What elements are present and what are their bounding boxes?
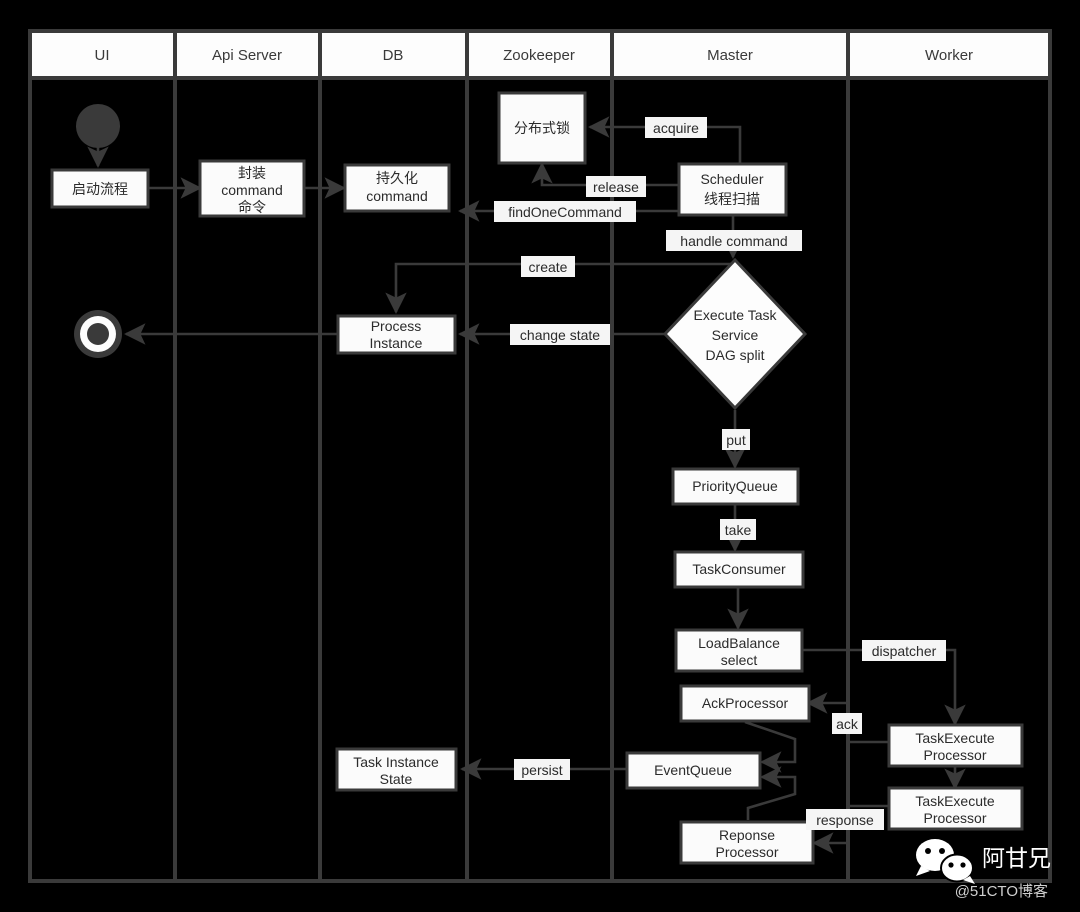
node-process-instance-line1: Process xyxy=(371,318,422,334)
node-task-execute-processor-1-line2: Processor xyxy=(923,747,986,763)
lane-header-worker: Worker xyxy=(925,47,973,64)
edge-label-put-text: put xyxy=(726,432,746,448)
edge-label-create-text: create xyxy=(529,259,568,275)
watermark: 阿甘兄 @51CTO博客 xyxy=(916,839,1051,900)
node-scheduler[interactable]: Scheduler 线程扫描 xyxy=(677,162,788,217)
node-task-execute-processor-2-line2: Processor xyxy=(923,810,986,826)
node-task-execute-processor-2-line1: TaskExecute xyxy=(915,793,995,809)
node-process-instance-line2: Instance xyxy=(370,335,423,351)
node-priority-queue-label: PriorityQueue xyxy=(692,478,778,494)
node-persist-command[interactable]: 持久化 command xyxy=(343,163,451,213)
edge-label-change-state-text: change state xyxy=(520,327,600,343)
edge-label-acquire-text: acquire xyxy=(653,120,699,136)
node-reponse-processor-line2: Processor xyxy=(715,844,778,860)
node-start-process[interactable]: 启动流程 xyxy=(50,168,150,209)
node-persist-command-line2: command xyxy=(366,188,427,204)
node-load-balance-line2: select xyxy=(721,652,758,668)
node-reponse-processor-line1: Reponse xyxy=(719,827,775,843)
watermark-source: @51CTO博客 xyxy=(955,883,1048,900)
edge-label-ack-text: ack xyxy=(836,716,859,732)
node-wrap-command[interactable]: 封装 command 命令 xyxy=(198,159,306,218)
edge-label-handle-command: handle command xyxy=(666,230,802,251)
watermark-name: 阿甘兄 xyxy=(982,845,1051,871)
node-ack-processor-label: AckProcessor xyxy=(702,695,789,711)
edge-label-release-text: release xyxy=(593,179,639,195)
edge-label-response-text: response xyxy=(816,812,874,828)
edge-label-release: release xyxy=(586,176,646,197)
node-task-execute-processor-1-line1: TaskExecute xyxy=(915,730,995,746)
edge-label-take: take xyxy=(720,519,756,540)
edge-label-response: response xyxy=(806,809,884,830)
edge-label-take-text: take xyxy=(725,522,752,538)
edge-label-create: create xyxy=(521,256,575,277)
lane-header-ui: UI xyxy=(95,47,110,64)
edge-label-change-state: change state xyxy=(510,324,610,345)
node-process-instance[interactable]: Process Instance xyxy=(336,314,457,355)
node-reponse-processor[interactable]: Reponse Processor xyxy=(679,820,815,865)
wechat-icon xyxy=(916,839,975,884)
diagram-canvas: UI Api Server DB Zookeeper Master Worker xyxy=(0,0,1080,912)
node-end[interactable] xyxy=(74,310,122,358)
node-persist-command-line1: 持久化 xyxy=(376,170,418,186)
node-task-execute-processor-1[interactable]: TaskExecute Processor xyxy=(887,723,1024,768)
node-wrap-command-line3: 命令 xyxy=(238,199,266,215)
node-scheduler-line2: 线程扫描 xyxy=(704,191,760,207)
node-distributed-lock-label: 分布式锁 xyxy=(514,120,570,136)
node-start[interactable] xyxy=(76,104,120,148)
node-load-balance-line1: LoadBalance xyxy=(698,635,780,651)
edge-label-find-one-command-text: findOneCommand xyxy=(508,204,622,220)
node-event-queue[interactable]: EventQueue xyxy=(625,751,762,790)
edge-label-ack: ack xyxy=(832,713,862,734)
node-execute-task-service-line2: Service xyxy=(712,327,759,343)
node-distributed-lock[interactable]: 分布式锁 xyxy=(497,91,587,165)
node-task-consumer-label: TaskConsumer xyxy=(692,561,786,577)
node-task-instance-state-line2: State xyxy=(380,771,413,787)
node-ack-processor[interactable]: AckProcessor xyxy=(679,684,811,723)
edge-label-acquire: acquire xyxy=(645,117,707,138)
node-task-instance-state[interactable]: Task Instance State xyxy=(335,747,458,792)
node-execute-task-service[interactable]: Execute Task Service DAG split xyxy=(662,257,808,411)
connectors xyxy=(87,116,966,854)
connector-dispatcher xyxy=(802,648,966,726)
node-wrap-command-line2: command xyxy=(221,182,282,198)
edge-label-dispatcher-text: dispatcher xyxy=(872,643,937,659)
node-scheduler-line1: Scheduler xyxy=(700,171,763,187)
lane-header-zookeeper: Zookeeper xyxy=(503,47,575,64)
node-execute-task-service-line3: DAG split xyxy=(705,347,764,363)
lane-header-db: DB xyxy=(383,47,404,64)
node-event-queue-label: EventQueue xyxy=(654,762,732,778)
node-priority-queue[interactable]: PriorityQueue xyxy=(671,467,800,506)
node-task-instance-state-line1: Task Instance xyxy=(353,754,439,770)
edge-label-put: put xyxy=(722,429,750,450)
edge-label-persist-text: persist xyxy=(521,762,562,778)
node-execute-task-service-line1: Execute Task xyxy=(693,307,777,323)
lane-header-master: Master xyxy=(707,47,753,64)
lane-header-api-server: Api Server xyxy=(212,47,282,64)
edge-label-persist: persist xyxy=(514,759,570,780)
node-task-execute-processor-2[interactable]: TaskExecute Processor xyxy=(887,786,1024,831)
edge-label-find-one-command: findOneCommand xyxy=(494,201,636,222)
swimlane-flowchart: UI Api Server DB Zookeeper Master Worker xyxy=(28,29,1052,900)
node-start-process-label: 启动流程 xyxy=(72,181,128,197)
edge-label-dispatcher: dispatcher xyxy=(862,640,946,661)
node-task-consumer[interactable]: TaskConsumer xyxy=(673,550,805,589)
node-wrap-command-line1: 封装 xyxy=(238,165,266,181)
edge-label-handle-command-text: handle command xyxy=(680,233,787,249)
node-load-balance[interactable]: LoadBalance select xyxy=(674,628,804,673)
